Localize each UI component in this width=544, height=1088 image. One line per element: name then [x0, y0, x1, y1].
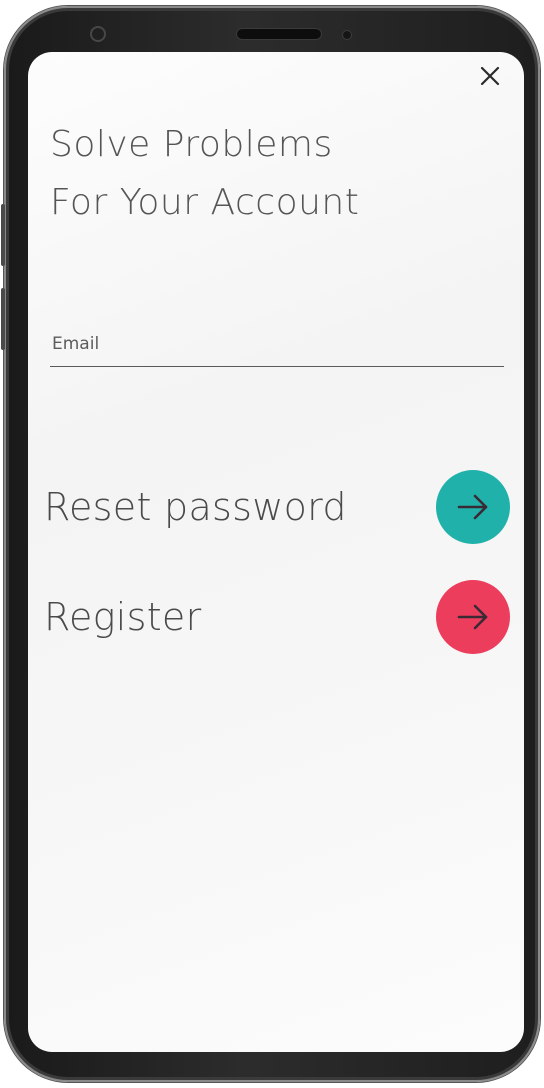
close-icon[interactable]	[474, 60, 506, 92]
phone-frame: Solve Problems For Your Account Reset pa…	[1, 6, 540, 1082]
reset-password-row[interactable]: Reset password	[44, 470, 510, 544]
register-row[interactable]: Register	[44, 580, 510, 654]
page-title: Solve Problems For Your Account	[50, 116, 359, 232]
volume-button	[1, 204, 5, 266]
page-title-line-1: Solve Problems	[50, 124, 333, 165]
email-field-container	[50, 328, 504, 367]
front-camera	[90, 26, 106, 42]
earpiece-speaker	[236, 28, 322, 40]
proximity-sensor	[342, 30, 352, 40]
reset-password-button[interactable]	[436, 470, 510, 544]
page-title-line-2: For Your Account	[50, 182, 360, 223]
register-button[interactable]	[436, 580, 510, 654]
email-field[interactable]	[50, 328, 504, 367]
reset-password-label: Reset password	[44, 485, 347, 529]
arrow-right-icon	[457, 604, 488, 630]
arrow-right-icon	[457, 494, 488, 520]
app-screen: Solve Problems For Your Account Reset pa…	[28, 52, 524, 1052]
register-label: Register	[44, 595, 202, 639]
power-button	[1, 288, 5, 350]
